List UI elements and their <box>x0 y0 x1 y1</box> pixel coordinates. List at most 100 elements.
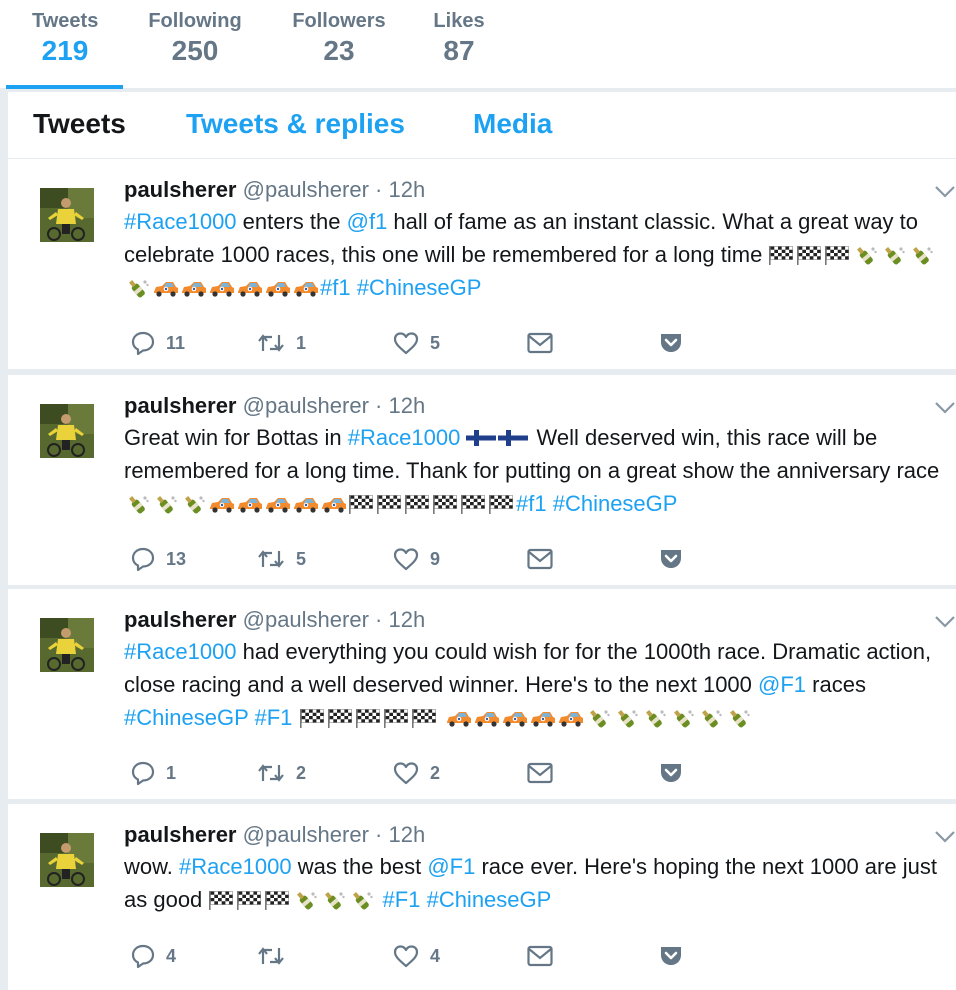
tweet-timestamp[interactable]: · 12h <box>375 822 425 847</box>
avatar[interactable] <box>40 833 94 887</box>
reply-button[interactable]: 11 <box>130 328 185 358</box>
active-stat-underline <box>6 85 123 89</box>
hashtag-link[interactable]: #ChineseGP <box>427 887 552 912</box>
tweet[interactable]: paulsherer @paulsherer · 12h #Race1000 ha… <box>8 589 956 799</box>
reply-icon <box>130 546 156 572</box>
hashtag-link[interactable]: #ChineseGP <box>357 275 482 300</box>
pocket-button[interactable] <box>658 758 684 788</box>
tweet-timestamp[interactable]: · 12h <box>375 607 425 632</box>
tweet-timestamp[interactable]: · 12h <box>375 393 425 418</box>
chequered-flag-emoji-icon <box>488 494 516 516</box>
chevron-down-icon[interactable] <box>934 615 956 629</box>
user-name[interactable]: paulsherer <box>124 607 237 632</box>
champagne-bottle-emoji-icon <box>124 494 152 516</box>
user-name[interactable]: paulsherer <box>124 177 237 202</box>
hashtag-link[interactable]: #Race1000 <box>179 854 292 879</box>
champagne-bottle-emoji-icon <box>124 278 152 300</box>
race-car-emoji-icon <box>292 494 320 516</box>
race-car-emoji-icon <box>320 494 348 516</box>
hashtag-link[interactable]: #ChineseGP <box>124 705 248 730</box>
mention-link[interactable]: @f1 <box>347 209 388 234</box>
pocket-button[interactable] <box>658 328 684 358</box>
champagne-bottle-emoji-icon <box>292 890 320 912</box>
avatar[interactable] <box>40 404 94 458</box>
mention-link[interactable]: @F1 <box>758 672 806 697</box>
tweet-header: paulsherer @paulsherer · 12h <box>124 822 425 848</box>
like-count: 4 <box>430 945 441 966</box>
like-button[interactable]: 2 <box>392 758 440 788</box>
direct-message-button[interactable] <box>526 544 554 574</box>
heart-icon <box>392 760 420 786</box>
reply-button[interactable]: 4 <box>130 941 176 971</box>
like-button[interactable]: 5 <box>392 328 440 358</box>
retweet-button[interactable] <box>256 941 296 971</box>
user-handle[interactable]: @paulsherer <box>243 393 369 418</box>
tweet-text-segment: enters the <box>236 209 347 234</box>
direct-message-button[interactable] <box>526 941 554 971</box>
tweet-timestamp[interactable]: · 12h <box>375 177 425 202</box>
avatar[interactable] <box>40 188 94 242</box>
user-handle[interactable]: @paulsherer <box>243 822 369 847</box>
reply-count: 11 <box>166 332 186 353</box>
heart-icon <box>392 943 420 969</box>
chequered-flag-emoji-icon <box>208 890 236 912</box>
mention-link[interactable]: @F1 <box>427 854 475 879</box>
chevron-down-icon[interactable] <box>934 830 956 844</box>
envelope-icon <box>526 331 554 355</box>
chequered-flag-emoji-icon <box>327 708 355 730</box>
pocket-button[interactable] <box>658 941 684 971</box>
retweet-button[interactable]: 1 <box>256 328 306 358</box>
reply-button[interactable]: 1 <box>130 758 176 788</box>
stat-likes[interactable]: Likes 87 <box>432 10 486 67</box>
hashtag-link[interactable]: #f1 <box>320 275 351 300</box>
stat-followers[interactable]: Followers 23 <box>292 10 386 67</box>
retweet-button[interactable]: 2 <box>256 758 306 788</box>
chequered-flag-emoji-icon <box>460 494 488 516</box>
envelope-icon <box>526 761 554 785</box>
avatar[interactable] <box>40 618 94 672</box>
race-car-emoji-icon <box>208 494 236 516</box>
pocket-icon <box>658 760 684 786</box>
tab-media[interactable]: Media <box>473 108 552 140</box>
tab-tweets[interactable]: Tweets <box>33 108 126 140</box>
race-car-emoji-icon <box>152 278 180 300</box>
tweet-text: Great win for Bottas in #Race1000 Well d… <box>124 421 944 520</box>
retweet-button[interactable]: 5 <box>256 544 306 574</box>
hashtag-link[interactable]: #Race1000 <box>348 425 461 450</box>
champagne-bottle-emoji-icon <box>908 245 936 267</box>
direct-message-button[interactable] <box>526 328 554 358</box>
hashtag-link[interactable]: #F1 <box>383 887 421 912</box>
profile-stats-bar: Tweets 219 Following 250 Followers 23 Li… <box>0 0 956 89</box>
hashtag-link[interactable]: #Race1000 <box>124 639 237 664</box>
chequered-flag-emoji-icon <box>404 494 432 516</box>
reply-button[interactable]: 13 <box>130 544 186 574</box>
chevron-down-icon[interactable] <box>934 401 956 415</box>
user-name[interactable]: paulsherer <box>124 393 237 418</box>
direct-message-button[interactable] <box>526 758 554 788</box>
tweet-header: paulsherer @paulsherer · 12h <box>124 607 425 633</box>
envelope-icon <box>526 547 554 571</box>
tweet[interactable]: paulsherer @paulsherer · 12h #Race1000 en… <box>8 159 956 369</box>
retweet-count: 5 <box>296 548 307 569</box>
stat-likes-label: Likes <box>433 10 485 32</box>
hashtag-link[interactable]: #ChineseGP <box>553 491 678 516</box>
like-button[interactable]: 4 <box>392 941 440 971</box>
tab-tweets-and-replies[interactable]: Tweets & replies <box>186 108 405 140</box>
stat-tweets[interactable]: Tweets 219 <box>32 10 98 67</box>
champagne-bottle-emoji-icon <box>852 245 880 267</box>
hashtag-link[interactable]: #F1 <box>254 705 292 730</box>
pocket-icon <box>658 943 684 969</box>
tweet[interactable]: paulsherer @paulsherer · 12h wow. #Race10… <box>8 804 956 990</box>
champagne-bottle-emoji-icon <box>697 708 725 730</box>
pocket-button[interactable] <box>658 544 684 574</box>
tweet[interactable]: paulsherer @paulsherer · 12h Great win fo… <box>8 375 956 585</box>
hashtag-link[interactable]: #f1 <box>516 491 547 516</box>
chevron-down-icon[interactable] <box>934 185 956 199</box>
stat-following[interactable]: Following 250 <box>147 10 243 67</box>
user-handle[interactable]: @paulsherer <box>243 177 369 202</box>
like-count: 2 <box>430 762 441 783</box>
like-button[interactable]: 9 <box>392 544 440 574</box>
hashtag-link[interactable]: #Race1000 <box>124 209 237 234</box>
user-handle[interactable]: @paulsherer <box>243 607 369 632</box>
user-name[interactable]: paulsherer <box>124 822 237 847</box>
